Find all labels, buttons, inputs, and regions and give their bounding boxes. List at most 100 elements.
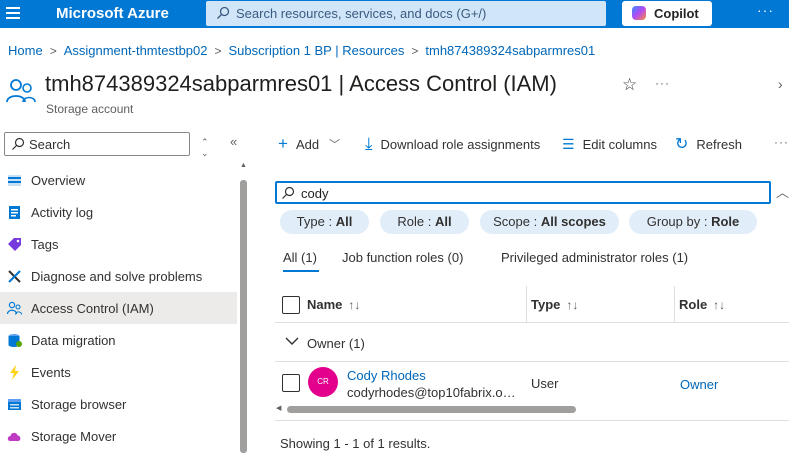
user-name-link[interactable]: Cody Rhodes [347,368,426,383]
chevron-down-icon[interactable] [284,333,300,349]
sidebar-item-label: Storage Mover [31,429,117,444]
sidebar-item-label: Activity log [31,205,94,220]
title-more-icon[interactable]: ··· [655,76,670,90]
download-icon: ⤓ [365,134,373,153]
pill-value: All [335,214,353,229]
hamburger-menu-icon[interactable] [6,7,20,21]
scroll-left-icon[interactable]: ◀ [276,404,281,412]
page-subtitle: Storage account [46,102,134,116]
row-checkbox[interactable] [282,374,300,392]
table-horizontal-scrollbar[interactable]: ◀ [275,404,789,414]
column-header-name[interactable]: Name ↑↓ [307,297,360,312]
results-count: Showing 1 - 1 of 1 results. [280,436,431,451]
sidebar-item-label: Overview [31,173,86,188]
download-label: Download role assignments [380,136,541,152]
select-all-checkbox[interactable] [282,296,300,314]
sidebar-search-input[interactable]: Search [4,132,190,156]
global-search-input[interactable]: Search resources, services, and docs (G+… [206,1,606,26]
sidebar-item-storage-browser[interactable]: Storage browser [0,388,237,420]
copilot-button[interactable]: Copilot [622,1,712,26]
group-header-owner[interactable]: Owner (1) [275,324,789,362]
pill-value: All [434,214,452,229]
filter-value: cody [301,186,329,201]
table-scroll-thumb[interactable] [287,406,576,413]
sort-icon: ↑↓ [348,298,361,312]
sort-updown-icon[interactable]: ⌃ ⌄ [201,137,209,159]
user-type: User [531,376,559,391]
sidebar-search-placeholder: Search [29,137,71,152]
column-header-type[interactable]: Type ↑↓ [531,297,578,312]
column-divider[interactable] [674,286,675,323]
pill-value: All scopes [540,214,606,229]
filter-input[interactable]: cody [275,181,771,204]
chevron-right-icon[interactable]: › [778,76,783,92]
column-label: Type [531,297,561,312]
sidebar-item-overview[interactable]: Overview [0,164,237,196]
global-search-placeholder: Search resources, services, and docs (G+… [236,6,487,21]
breadcrumb-storage-account[interactable]: tmh874389324sabparmres01 [425,43,595,58]
refresh-icon: ↻ [675,136,689,153]
pill-value: Role [711,214,740,229]
table-header: Name ↑↓ Type ↑↓ Role ↑↓ [275,286,789,323]
search-icon [282,186,295,199]
chevron-down-icon: ﹀ [329,139,341,151]
plus-icon: + [278,134,288,153]
data-migration-icon [8,334,22,347]
sidebar-item-diagnose[interactable]: Diagnose and solve problems [0,260,237,292]
column-label: Role [679,297,708,312]
add-button[interactable]: + Add ﹀ [278,133,340,155]
filter-pill-scope[interactable]: Scope : All scopes [480,210,619,234]
filter-pill-role[interactable]: Role : All [380,210,469,234]
filter-pill-group-by[interactable]: Group by : Role [629,210,757,234]
tab-job-function-roles[interactable]: Job function roles (0) [342,250,463,265]
download-role-assignments-button[interactable]: ⤓ Download role assignments [365,133,540,155]
scroll-up-icon[interactable]: ▲ [240,162,247,169]
refresh-label: Refresh [696,136,742,152]
edit-columns-label: Edit columns [582,136,657,152]
activity-log-icon [9,206,20,219]
filter-pill-type[interactable]: Type : All [280,210,369,234]
sidebar-item-storage-mover[interactable]: Storage Mover [0,420,237,452]
search-icon [12,137,25,150]
role-link[interactable]: Owner [680,377,718,392]
copilot-label: Copilot [654,6,699,21]
toolbar-more-icon[interactable]: ··· [774,135,789,149]
pill-key: Scope [493,214,530,229]
wrench-icon [8,270,21,283]
tab-all[interactable]: All (1) [283,250,317,265]
edit-columns-button[interactable]: ☰ Edit columns [562,133,657,155]
overview-icon [8,175,21,186]
sidebar-scroll-thumb[interactable] [240,180,247,453]
sidebar-item-label: Events [31,365,71,380]
chevron-right-icon: > [49,44,57,58]
user-email: codyrhodes@top10fabrix.onmicrosoft.com [347,385,522,400]
pill-key: Group by [646,214,701,229]
breadcrumb: Home > Assignment-thmtestbp02 > Subscription… [8,43,595,58]
sidebar-item-access-control[interactable]: Access Control (IAM) [0,292,237,324]
sidebar-item-label: Data migration [31,333,116,348]
breadcrumb-resource-group[interactable]: Assignment-thmtestbp02 [64,43,208,58]
edit-columns-icon: ☰ [562,135,575,152]
storage-browser-icon [8,399,21,410]
sidebar-item-tags[interactable]: Tags [0,228,237,260]
breadcrumb-home[interactable]: Home [8,43,43,58]
avatar: CR [308,367,338,397]
tab-privileged-administrator-roles[interactable]: Privileged administrator roles (1) [501,250,688,265]
chevron-up-icon[interactable]: ︿ [776,182,789,201]
collapse-sidebar-icon[interactable]: « [230,134,237,149]
column-header-role[interactable]: Role ↑↓ [679,297,725,312]
sidebar-item-data-migration[interactable]: Data migration [0,324,237,356]
sidebar-item-activity-log[interactable]: Activity log [0,196,237,228]
sort-icon: ↑↓ [566,298,579,312]
topbar-more-icon[interactable]: ··· [757,2,774,18]
refresh-button[interactable]: ↻ Refresh [675,133,742,155]
favorite-star-icon[interactable]: ☆ [622,75,637,95]
breadcrumb-subscription[interactable]: Subscription 1 BP | Resources [229,43,405,58]
brand-title[interactable]: Microsoft Azure [56,5,169,22]
sidebar-scrollbar[interactable]: ▲ [240,162,247,453]
chevron-right-icon: > [214,44,222,58]
column-divider[interactable] [526,286,527,323]
chevron-right-icon: > [411,44,419,58]
sidebar-item-events[interactable]: Events [0,356,237,388]
tag-icon [8,238,21,251]
